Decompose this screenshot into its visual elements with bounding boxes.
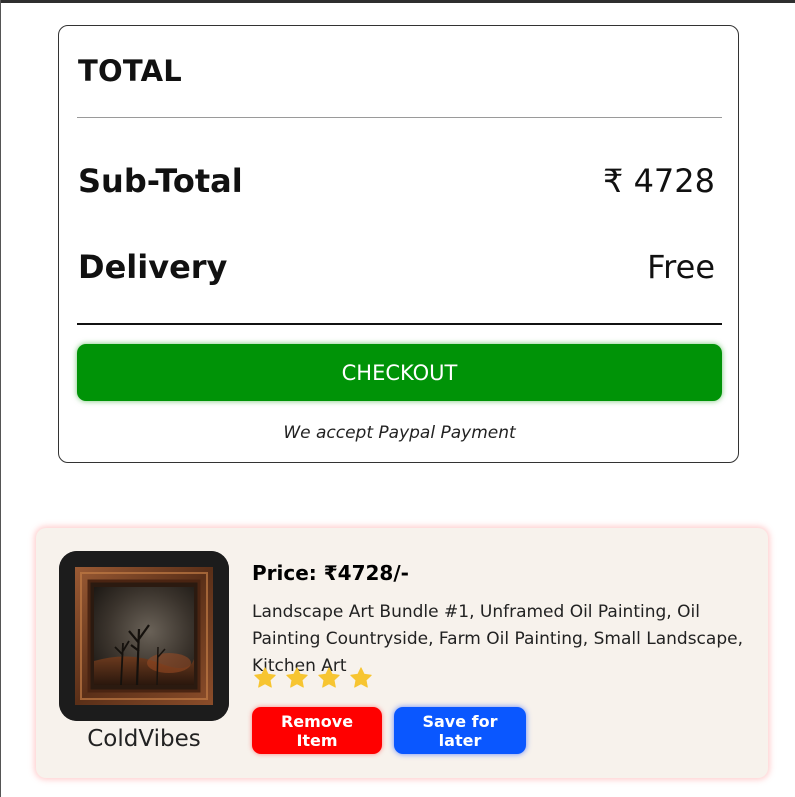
star-icon [254, 667, 276, 688]
delivery-value: Free [647, 248, 715, 286]
seller-name: ColdVibes [87, 726, 201, 752]
summary-title: TOTAL [78, 54, 182, 88]
subtotal-value: ₹ 4728 [603, 162, 715, 200]
checkout-button[interactable]: CHECKOUT [77, 344, 722, 401]
star-icon [350, 667, 372, 688]
framed-oil-painting-image [59, 551, 229, 721]
total-divider [77, 323, 722, 325]
cart-item-card: ColdVibes Price: ₹4728/- Landscape Art B… [36, 528, 768, 778]
star-icon [286, 667, 308, 688]
delivery-label: Delivery [78, 248, 228, 286]
top-border [0, 0, 795, 3]
item-price: Price: ₹4728/- [252, 561, 409, 585]
rating-stars [253, 666, 373, 690]
left-border [0, 0, 1, 797]
remove-item-button[interactable]: Remove Item [252, 707, 382, 754]
summary-divider [77, 117, 722, 118]
order-summary-card: TOTAL Sub-Total ₹ 4728 Delivery Free CHE… [58, 25, 739, 463]
star-icon [318, 667, 340, 688]
subtotal-label: Sub-Total [78, 162, 243, 200]
save-for-later-button[interactable]: Save for later [394, 707, 526, 754]
payment-note: We accept Paypal Payment [283, 423, 516, 443]
